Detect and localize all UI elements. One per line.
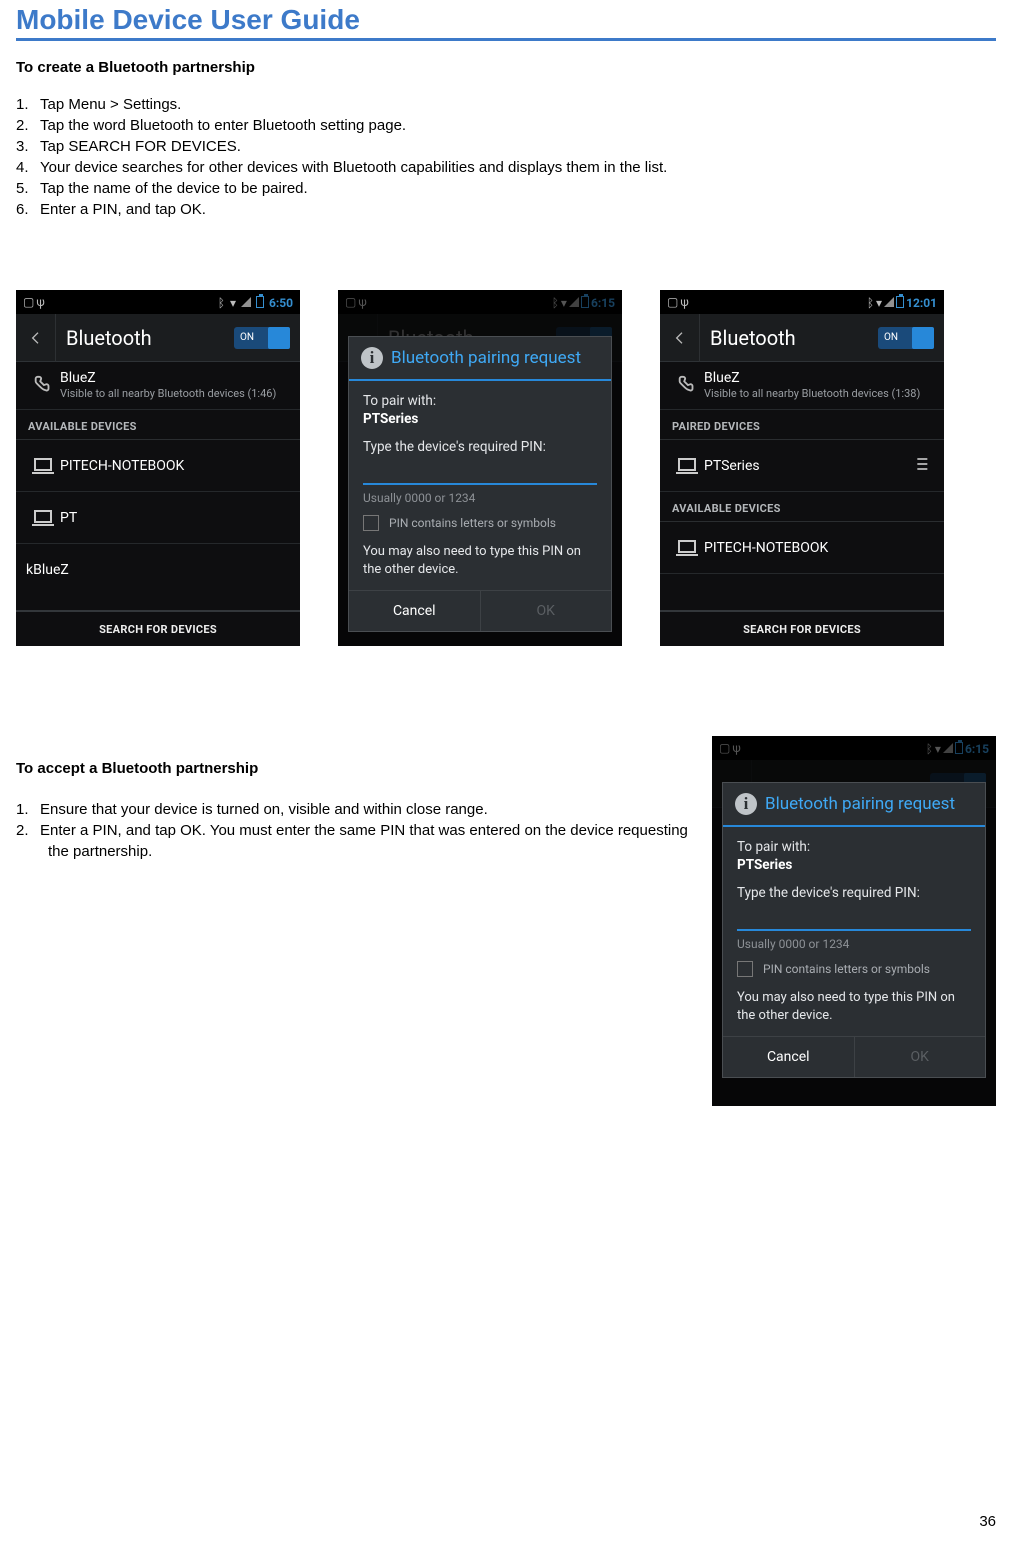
laptop-icon: [670, 456, 704, 476]
device-settings-button[interactable]: [914, 454, 934, 478]
cancel-button[interactable]: Cancel: [723, 1037, 855, 1077]
pair-with-label: To pair with:: [363, 393, 597, 409]
paired-device-row[interactable]: PTSeries: [660, 440, 944, 492]
info-icon: i: [361, 347, 383, 369]
type-pin-label: Type the device's required PIN:: [363, 439, 597, 455]
pin-note: You may also need to type this PIN on th…: [737, 989, 971, 1024]
pin-hint: Usually 0000 or 1234: [737, 937, 971, 951]
own-device-sub: Visible to all nearby Bluetooth devices …: [704, 387, 934, 401]
laptop-icon: [26, 456, 60, 476]
checkbox-icon: [363, 515, 379, 531]
cancel-button[interactable]: Cancel: [349, 591, 481, 631]
search-devices-button[interactable]: SEARCH FOR DEVICES: [660, 610, 944, 646]
step-text: Tap the word Bluetooth to enter Bluetoot…: [40, 117, 406, 134]
steps-create: 1.Tap Menu > Settings. 2.Tap the word Bl…: [16, 94, 996, 220]
own-device-row[interactable]: BlueZ Visible to all nearby Bluetooth de…: [16, 362, 300, 410]
actionbar-title: Bluetooth: [56, 326, 234, 350]
step-text: Enter a PIN, and tap OK.: [40, 201, 206, 218]
pin-note: You may also need to type this PIN on th…: [363, 543, 597, 578]
checkbox-icon: [737, 961, 753, 977]
step-text: Tap the name of the device to be paired.: [40, 180, 308, 197]
section-heading-accept: To accept a Bluetooth partnership: [16, 760, 692, 777]
signal-icon: [241, 297, 251, 307]
screenshot-pairing-dialog: ▢ψ ᛒ▾6:15 Bluetooth i Bluetooth pairing …: [338, 290, 622, 646]
own-device-name: BlueZ: [60, 370, 290, 387]
pair-device-name: PTSeries: [737, 857, 971, 873]
laptop-icon: [670, 538, 704, 558]
step-text: Ensure that your device is turned on, vi…: [40, 801, 488, 818]
screenshot-bluetooth-list: ▢ψ ᛒ ▾ 6:50 Bluetooth ON BlueZ Visible: [16, 290, 300, 646]
pin-letters-checkbox[interactable]: PIN contains letters or symbols: [363, 515, 597, 531]
laptop-icon: [26, 508, 60, 528]
bluetooth-toggle[interactable]: ON: [878, 327, 934, 349]
phone-icon: [670, 375, 704, 397]
pairing-dialog: i Bluetooth pairing request To pair with…: [348, 336, 612, 632]
gallery-icon: ▢: [23, 295, 34, 309]
device-row[interactable]: kBlueZ: [16, 544, 300, 596]
ok-button[interactable]: OK: [481, 591, 612, 631]
page-number: 36: [979, 1513, 996, 1530]
own-device-name: BlueZ: [704, 370, 934, 387]
own-device-row[interactable]: BlueZ Visible to all nearby Bluetooth de…: [660, 362, 944, 410]
back-button[interactable]: [660, 314, 700, 362]
dialog-title: i Bluetooth pairing request: [349, 337, 611, 381]
device-row[interactable]: PITECH-NOTEBOOK: [16, 440, 300, 492]
bluetooth-icon: ᛒ: [218, 296, 225, 310]
back-button[interactable]: [16, 314, 56, 362]
step-text: Tap Menu > Settings.: [40, 96, 181, 113]
device-name: kBlueZ: [26, 562, 290, 578]
pin-hint: Usually 0000 or 1234: [363, 491, 597, 505]
pair-device-name: PTSeries: [363, 411, 597, 427]
actionbar-title: Bluetooth: [700, 326, 878, 350]
device-name: PITECH-NOTEBOOK: [704, 540, 934, 556]
own-device-sub: Visible to all nearby Bluetooth devices …: [60, 387, 290, 401]
statusbar: ▢ψ ᛒ ▾ 6:50: [16, 290, 300, 314]
phone-icon: [26, 375, 60, 397]
paired-header: PAIRED DEVICES: [660, 410, 944, 440]
actionbar: Bluetooth ON: [16, 314, 300, 362]
available-header: AVAILABLE DEVICES: [660, 492, 944, 522]
pin-input[interactable]: [737, 929, 971, 931]
step-text: Enter a PIN, and tap OK. You must enter …: [40, 822, 688, 860]
device-name: PTSeries: [704, 458, 914, 474]
available-header: AVAILABLE DEVICES: [16, 410, 300, 440]
screenshot-paired-list: ▢ψ ᛒ▾12:01 Bluetooth ON BlueZ Visible to…: [660, 290, 944, 646]
search-devices-button[interactable]: SEARCH FOR DEVICES: [16, 610, 300, 646]
info-icon: i: [735, 793, 757, 815]
wifi-icon: ▾: [230, 296, 236, 310]
device-name: PITECH-NOTEBOOK: [60, 458, 290, 474]
device-row[interactable]: PITECH-NOTEBOOK: [660, 522, 944, 574]
battery-icon: [256, 296, 264, 308]
pairing-dialog: i Bluetooth pairing request To pair with…: [722, 782, 986, 1078]
clock-time: 6:50: [269, 296, 293, 310]
steps-accept: 1.Ensure that your device is turned on, …: [16, 799, 692, 862]
step-text: Your device searches for other devices w…: [40, 159, 667, 176]
dialog-title: i Bluetooth pairing request: [723, 783, 985, 827]
usb-icon: ψ: [36, 295, 44, 309]
ok-button[interactable]: OK: [855, 1037, 986, 1077]
statusbar: ▢ψ ᛒ▾12:01: [660, 290, 944, 314]
screenshot-accept-dialog: ▢ψ ᛒ▾6:15 i Bluetooth pairing request To…: [712, 736, 996, 1106]
type-pin-label: Type the device's required PIN:: [737, 885, 971, 901]
pin-letters-checkbox[interactable]: PIN contains letters or symbols: [737, 961, 971, 977]
bluetooth-toggle[interactable]: ON: [234, 327, 290, 349]
clock-time: 12:01: [906, 296, 937, 310]
page-title: Mobile Device User Guide: [0, 0, 1012, 38]
section-heading-create: To create a Bluetooth partnership: [16, 59, 996, 76]
pin-input[interactable]: [363, 483, 597, 485]
device-name: PT: [60, 510, 290, 526]
title-rule: [16, 38, 996, 41]
actionbar: Bluetooth ON: [660, 314, 944, 362]
device-row[interactable]: PT: [16, 492, 300, 544]
step-text: Tap SEARCH FOR DEVICES.: [40, 138, 241, 155]
pair-with-label: To pair with:: [737, 839, 971, 855]
